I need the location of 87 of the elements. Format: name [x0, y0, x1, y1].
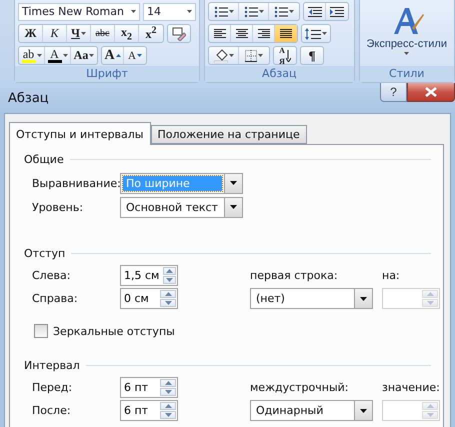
- dropdown-caret-icon: [258, 54, 263, 57]
- align-button[interactable]: [275, 25, 297, 42]
- down-arrow-icon: [426, 301, 434, 305]
- down-arrow-icon: [166, 278, 174, 282]
- line-spacing-icon: [305, 28, 321, 40]
- format-button[interactable]: Ж: [19, 25, 43, 42]
- down-arrow-icon: [230, 181, 237, 185]
- outdent-icon: [308, 6, 322, 18]
- group-label: Шрифт: [15, 66, 199, 82]
- align-icon: [258, 28, 270, 38]
- case-button[interactable]: Aa: [71, 47, 97, 64]
- spinner-field[interactable]: 1,5 см: [120, 265, 178, 286]
- color-button[interactable]: A: [45, 47, 71, 64]
- show-marks-button[interactable]: ¶: [301, 47, 323, 64]
- tab[interactable]: Положение на странице: [150, 125, 307, 144]
- font-size-field[interactable]: 14: [143, 2, 196, 20]
- align-icon: [214, 28, 226, 38]
- up-arrow-icon: [426, 292, 434, 296]
- group-label: Стили: [360, 66, 454, 82]
- dropdown-caret-icon: [322, 32, 327, 35]
- eraser-icon: [172, 26, 186, 40]
- spinner-field[interactable]: 0 см: [120, 288, 178, 309]
- align-icon: [280, 28, 292, 38]
- dropdown-field[interactable]: (нет): [250, 288, 373, 309]
- dropdown-caret-icon: [404, 52, 410, 55]
- down-arrow-icon: [164, 390, 172, 394]
- field-label: После:: [32, 404, 71, 417]
- up-arrow-icon: [426, 404, 434, 408]
- field-label: значение:: [382, 381, 440, 394]
- format-button[interactable]: abc: [91, 25, 115, 42]
- down-caret-icon: [136, 54, 142, 57]
- dropdown-caret-icon: [228, 54, 234, 57]
- up-arrow-icon: [166, 269, 174, 273]
- bullet-list-icon: [214, 6, 228, 18]
- field-label: Выравнивание:: [32, 176, 121, 190]
- tab[interactable]: Отступы и интервалы: [9, 122, 150, 145]
- section-title: Общие: [24, 152, 64, 166]
- grow-font-button[interactable]: A: [102, 47, 124, 64]
- quick-styles-button[interactable]: Экспресс-стили: [366, 6, 447, 55]
- section-title: Отступ: [24, 246, 66, 260]
- format-button[interactable]: К: [43, 25, 67, 42]
- font-name-field[interactable]: Times New Roman: [18, 2, 140, 20]
- list-icon: [274, 6, 288, 18]
- dropdown-caret-icon: [258, 10, 264, 13]
- checkbox[interactable]: [34, 324, 48, 338]
- sort-button[interactable]: А Я: [274, 47, 296, 64]
- format-button[interactable]: x$^{2}$: [139, 25, 163, 42]
- close-icon: [425, 87, 437, 97]
- dropdown-field[interactable]: Основной текст: [120, 196, 243, 218]
- border-grid-icon: [245, 50, 257, 62]
- down-arrow-icon: [360, 408, 367, 412]
- up-arrow-icon: [164, 404, 172, 408]
- group-label: Абзац: [205, 66, 354, 82]
- up-arrow-icon: [164, 381, 172, 385]
- color-button[interactable]: ab: [19, 47, 45, 64]
- field-label: Справа:: [32, 292, 78, 305]
- up-arrow-icon: [164, 292, 172, 296]
- spinner-field[interactable]: 6 пт: [120, 400, 178, 421]
- shrink-font-button[interactable]: A: [124, 47, 146, 64]
- help-button[interactable]: ?: [380, 83, 407, 102]
- down-arrow-icon: [426, 413, 434, 417]
- down-arrow-icon: [164, 301, 172, 305]
- format-button[interactable]: x$_{2}$: [115, 25, 139, 42]
- field-label: Слева:: [32, 269, 70, 282]
- dropdown-field[interactable]: Одинарный: [250, 400, 373, 421]
- field-label: Уровень:: [32, 200, 84, 214]
- dropdown-caret-icon: [289, 10, 294, 13]
- field-label: на:: [382, 269, 400, 282]
- spinner-field[interactable]: 6 пт: [120, 377, 178, 398]
- checkbox-label: Зеркальные отступы: [53, 325, 175, 338]
- down-arrow-icon: [360, 296, 367, 300]
- dropdown-caret-icon: [228, 10, 234, 13]
- field-label: первая строка:: [250, 269, 338, 282]
- dropdown-caret-icon: [187, 10, 192, 13]
- field-label: Перед:: [32, 381, 72, 394]
- up-caret-icon: [116, 54, 121, 57]
- format-button[interactable]: Ч: [67, 25, 91, 42]
- down-arrow-icon: [286, 50, 291, 62]
- align-icon: [236, 28, 248, 38]
- close-button[interactable]: [407, 83, 455, 102]
- window-title: Абзац: [8, 90, 49, 106]
- down-arrow-icon: [230, 205, 237, 209]
- dropdown-caret-icon: [131, 10, 136, 13]
- indent-icon: [330, 6, 344, 18]
- field-label: междустрочный:: [250, 381, 348, 394]
- down-arrow-icon: [164, 413, 172, 417]
- section-title: Интервал: [24, 358, 80, 372]
